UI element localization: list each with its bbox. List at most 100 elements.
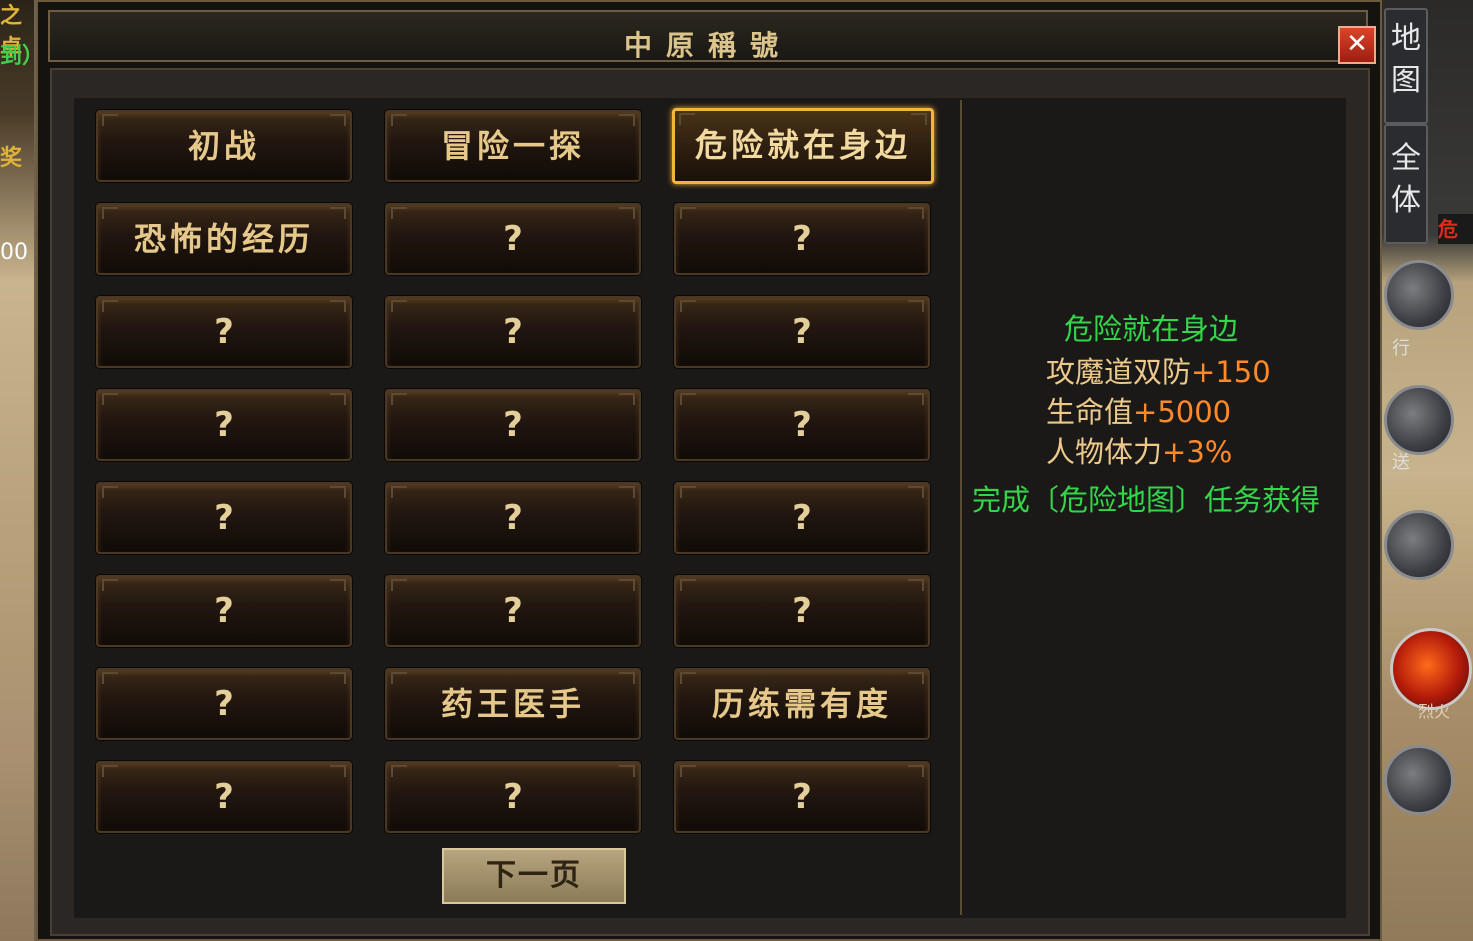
corner-ornament <box>391 486 407 498</box>
next-page-button[interactable]: 下一页 <box>442 848 626 904</box>
title-slot-button[interactable]: ? <box>674 575 930 647</box>
locked-question-icon: ? <box>792 591 812 631</box>
close-icon: ✕ <box>1346 29 1368 59</box>
locked-question-icon: ? <box>503 591 523 631</box>
all-button-label: 全体 <box>1391 141 1421 218</box>
locked-question-icon: ? <box>214 312 234 352</box>
corner-ornament <box>391 672 407 684</box>
locked-question-icon: ? <box>214 684 234 724</box>
corner-ornament <box>619 579 635 591</box>
locked-question-icon: ? <box>214 777 234 817</box>
corner-ornament <box>908 579 924 591</box>
title-slot-button[interactable]: ? <box>385 203 641 275</box>
title-detail: 危险就在身边 攻魔道双防+150 生命值+5000 人物体力+3% 完成〔危险地… <box>958 306 1338 528</box>
locked-question-icon: ? <box>792 219 812 259</box>
detail-attr-label: 人物体力 <box>1046 435 1163 469</box>
corner-ornament <box>102 114 118 126</box>
corner-ornament <box>908 393 924 405</box>
corner-ornament <box>330 300 346 312</box>
next-page-label: 下一页 <box>486 858 582 893</box>
locked-question-icon: ? <box>214 591 234 631</box>
title-slot-button[interactable]: ? <box>96 575 352 647</box>
title-slot-button[interactable]: 冒险一探 <box>385 110 641 182</box>
corner-ornament <box>391 765 407 777</box>
corner-ornament <box>391 393 407 405</box>
corner-ornament <box>908 486 924 498</box>
map-button[interactable]: 地图 <box>1384 8 1428 124</box>
skill-button-2[interactable] <box>1384 385 1454 455</box>
title-slot-button[interactable]: ? <box>674 482 930 554</box>
skill-button-4[interactable] <box>1384 745 1454 815</box>
title-slot-button[interactable]: 初战 <box>96 110 352 182</box>
title-slot-button[interactable]: ? <box>385 482 641 554</box>
corner-ornament <box>102 207 118 219</box>
detail-attr-row: 生命值+5000 <box>958 392 1338 432</box>
title-slot-button[interactable]: ? <box>385 575 641 647</box>
title-slot-button[interactable]: ? <box>96 482 352 554</box>
corner-ornament <box>391 114 407 126</box>
dialog-titlebar[interactable]: 中原稱號 ✕ <box>48 10 1376 64</box>
title-slot-button[interactable]: 危险就在身边 <box>672 108 934 184</box>
corner-ornament <box>330 672 346 684</box>
detail-attr-value: +150 <box>1191 355 1271 389</box>
dialog-title: 中原稱號 <box>623 29 792 62</box>
corner-ornament <box>679 113 695 125</box>
title-slot-label: 历练需有度 <box>711 685 892 723</box>
detail-requirement: 完成〔危险地图〕任务获得 <box>972 483 1321 517</box>
title-slot-button[interactable]: ? <box>674 389 930 461</box>
corner-ornament <box>680 765 696 777</box>
locked-question-icon: ? <box>214 498 234 538</box>
title-slot-button[interactable]: ? <box>674 296 930 368</box>
title-slot-button[interactable]: ? <box>96 761 352 833</box>
corner-ornament <box>102 393 118 405</box>
corner-ornament <box>330 207 346 219</box>
title-slot-button[interactable]: ? <box>674 203 930 275</box>
title-slot-button[interactable]: 历练需有度 <box>674 668 930 740</box>
danger-tag: 危 <box>1438 214 1473 244</box>
close-button[interactable]: ✕ <box>1338 26 1376 64</box>
title-slot-button[interactable]: 恐怖的经历 <box>96 203 352 275</box>
locked-question-icon: ? <box>503 498 523 538</box>
corner-ornament <box>330 579 346 591</box>
locked-question-icon: ? <box>503 219 523 259</box>
corner-ornament <box>619 486 635 498</box>
title-slot-button[interactable]: ? <box>96 296 352 368</box>
locked-question-icon: ? <box>792 405 812 445</box>
title-slot-button[interactable]: ? <box>385 389 641 461</box>
title-slot-button[interactable]: ? <box>385 296 641 368</box>
scene-text-4: 00 <box>0 240 28 265</box>
title-slot-button[interactable]: 药王医手 <box>385 668 641 740</box>
title-slot-button[interactable]: ? <box>385 761 641 833</box>
detail-title-name: 危险就在身边 <box>1063 312 1238 346</box>
detail-attr-value: +3% <box>1162 435 1233 469</box>
corner-ornament <box>619 393 635 405</box>
title-slot-button[interactable]: ? <box>96 389 352 461</box>
title-slot-label: 恐怖的经历 <box>133 220 314 258</box>
detail-attr-value: +5000 <box>1133 395 1232 429</box>
corner-ornament <box>330 393 346 405</box>
map-button-label: 地图 <box>1391 21 1421 98</box>
title-slot-button[interactable]: ? <box>674 761 930 833</box>
corner-ornament <box>908 300 924 312</box>
skill-button-3[interactable] <box>1384 510 1454 580</box>
corner-ornament <box>619 765 635 777</box>
corner-ornament <box>680 393 696 405</box>
skill-button-1[interactable] <box>1384 260 1454 330</box>
corner-ornament <box>391 207 407 219</box>
corner-ornament <box>102 486 118 498</box>
locked-question-icon: ? <box>792 498 812 538</box>
corner-ornament <box>680 579 696 591</box>
corner-ornament <box>330 765 346 777</box>
detail-attr-row: 攻魔道双防+150 <box>958 352 1338 392</box>
locked-question-icon: ? <box>214 405 234 445</box>
corner-ornament <box>102 765 118 777</box>
corner-ornament <box>619 207 635 219</box>
corner-ornament <box>680 207 696 219</box>
corner-ornament <box>680 486 696 498</box>
title-slot-button[interactable]: ? <box>96 668 352 740</box>
title-slot-label: 冒险一探 <box>440 127 585 165</box>
all-button[interactable]: 全体 <box>1384 124 1428 244</box>
skill-label-2: 送 <box>1392 452 1410 473</box>
corner-ornament <box>391 300 407 312</box>
locked-question-icon: ? <box>503 312 523 352</box>
